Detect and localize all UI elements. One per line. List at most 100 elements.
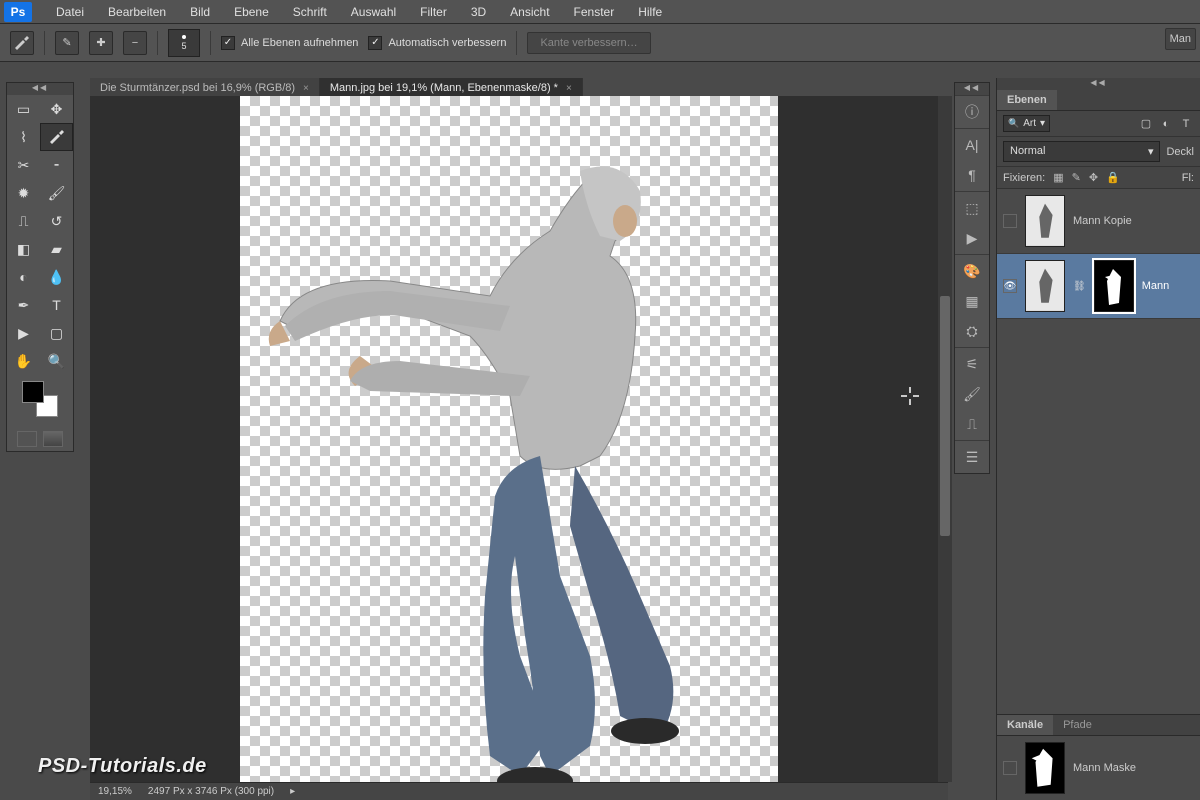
- refine-edge-button[interactable]: Kante verbessern…: [527, 32, 650, 54]
- layer-mask-thumbnail[interactable]: [1094, 260, 1134, 312]
- clone-stamp-tool-icon[interactable]: ⎍: [7, 207, 40, 235]
- channel-thumbnail[interactable]: [1025, 742, 1065, 794]
- layers-list: Mann Kopie 👁 ⛓ Mann: [997, 189, 1200, 319]
- zoom-tool-icon[interactable]: 🔍: [40, 347, 73, 375]
- filter-adjust-icon[interactable]: ◐: [1158, 116, 1174, 132]
- color-panel-icon[interactable]: 🎨: [962, 261, 982, 281]
- visibility-toggle[interactable]: [1003, 214, 1017, 228]
- blur-tool-icon[interactable]: 💧: [40, 263, 73, 291]
- close-icon[interactable]: ×: [566, 83, 572, 94]
- layer-row[interactable]: Mann Kopie: [997, 189, 1200, 254]
- character-panel-icon[interactable]: A|: [962, 135, 982, 155]
- info-panel-icon[interactable]: ⓘ: [962, 102, 982, 122]
- menu-3d[interactable]: 3D: [459, 0, 498, 24]
- active-tool-icon[interactable]: [10, 31, 34, 55]
- layer-name[interactable]: Mann Kopie: [1073, 215, 1132, 227]
- vertical-scrollbar[interactable]: [938, 96, 952, 782]
- collapse-handle[interactable]: ◀◀: [997, 78, 1200, 90]
- lock-position-icon[interactable]: ✥: [1089, 171, 1098, 184]
- standard-mode-icon[interactable]: [17, 431, 37, 447]
- checkbox-auto-enhance[interactable]: ✓ Automatisch verbessern: [368, 36, 506, 50]
- shape-tool-icon[interactable]: ▢: [40, 319, 73, 347]
- layer-thumbnail[interactable]: [1025, 195, 1065, 247]
- channel-name[interactable]: Mann Maske: [1073, 762, 1136, 774]
- history-brush-tool-icon[interactable]: ↺: [40, 207, 73, 235]
- menu-edit[interactable]: Bearbeiten: [96, 0, 178, 24]
- menu-file[interactable]: Datei: [44, 0, 96, 24]
- foreground-color-swatch[interactable]: [22, 381, 44, 403]
- document-tabs: Die Sturmtänzer.psd bei 16,9% (RGB/8) × …: [90, 78, 583, 98]
- opt-new-selection-icon[interactable]: ✎: [55, 31, 79, 55]
- menu-help[interactable]: Hilfe: [626, 0, 674, 24]
- menu-type[interactable]: Schrift: [281, 0, 339, 24]
- hand-tool-icon[interactable]: ✋: [7, 347, 40, 375]
- channels-tab[interactable]: Kanäle: [997, 715, 1053, 735]
- quickmask-mode-icon[interactable]: [43, 431, 63, 447]
- truncated-right-button[interactable]: Man: [1165, 28, 1196, 50]
- adjustments-panel-icon[interactable]: ⛭: [962, 321, 982, 341]
- opt-subtract-selection-icon[interactable]: −: [123, 31, 147, 55]
- marquee-tool-icon[interactable]: ▭: [7, 95, 40, 123]
- brush-preset-picker[interactable]: 5: [168, 29, 200, 57]
- channels-panel: Kanäle Pfade Mann Maske: [997, 714, 1200, 800]
- opt-add-selection-icon[interactable]: ✚: [89, 31, 113, 55]
- menu-filter[interactable]: Filter: [408, 0, 459, 24]
- layer-name[interactable]: Mann: [1142, 280, 1170, 292]
- dodge-tool-icon[interactable]: ◐: [7, 263, 40, 291]
- actions-panel-icon[interactable]: ▶: [962, 228, 982, 248]
- chevron-down-icon: ▾: [1040, 118, 1045, 129]
- document-canvas[interactable]: [240, 96, 778, 782]
- eyedropper-tool-icon[interactable]: ⁃: [40, 151, 73, 179]
- layer-thumbnail[interactable]: [1025, 260, 1065, 312]
- brush-tool-icon[interactable]: 🖌: [40, 179, 73, 207]
- type-tool-icon[interactable]: T: [40, 291, 73, 319]
- scrollbar-grip[interactable]: [940, 296, 950, 536]
- document-dimensions[interactable]: 2497 Px x 3746 Px (300 ppi): [148, 786, 274, 797]
- eraser-tool-icon[interactable]: ◧: [7, 235, 40, 263]
- paths-tab[interactable]: Pfade: [1053, 715, 1102, 735]
- collapse-handle[interactable]: ◀◀: [955, 83, 989, 95]
- menu-image[interactable]: Bild: [178, 0, 222, 24]
- properties-panel-icon[interactable]: ☰: [962, 447, 982, 467]
- layers-tab[interactable]: Ebenen: [997, 90, 1057, 110]
- blend-mode-select[interactable]: Normal ▾: [1003, 141, 1160, 162]
- document-tab[interactable]: Die Sturmtänzer.psd bei 16,9% (RGB/8) ×: [90, 78, 320, 98]
- menu-view[interactable]: Ansicht: [498, 0, 561, 24]
- crop-tool-icon[interactable]: ✂: [7, 151, 40, 179]
- zoom-level[interactable]: 19,15%: [98, 786, 132, 797]
- mask-link-icon[interactable]: ⛓: [1073, 281, 1086, 292]
- swatches-panel-icon[interactable]: ▦: [962, 291, 982, 311]
- brushes-panel-icon[interactable]: 🖌: [962, 384, 982, 404]
- filter-pixel-icon[interactable]: ▢: [1138, 116, 1154, 132]
- lasso-tool-icon[interactable]: ⌇: [7, 123, 40, 151]
- collapse-handle[interactable]: ◀◀: [7, 83, 73, 95]
- move-tool-icon[interactable]: ✥: [40, 95, 73, 123]
- checkbox-sample-all-layers[interactable]: ✓ Alle Ebenen aufnehmen: [221, 36, 358, 50]
- pen-tool-icon[interactable]: ✒: [7, 291, 40, 319]
- menu-window[interactable]: Fenster: [562, 0, 627, 24]
- menu-select[interactable]: Auswahl: [339, 0, 408, 24]
- lock-pixels-icon[interactable]: ✎: [1072, 171, 1081, 184]
- lock-transparency-icon[interactable]: ▦: [1053, 171, 1063, 184]
- document-tab[interactable]: Mann.jpg bei 19,1% (Mann, Ebenenmaske/8)…: [320, 78, 583, 98]
- brush-settings-icon[interactable]: ⚟: [962, 354, 982, 374]
- menu-layer[interactable]: Ebene: [222, 0, 281, 24]
- app-logo: Ps: [4, 2, 32, 22]
- quick-selection-tool-icon[interactable]: [40, 123, 73, 151]
- lock-all-icon[interactable]: 🔒: [1106, 171, 1120, 184]
- layer-filter-kind[interactable]: 🔍 Art ▾: [1003, 115, 1050, 132]
- close-icon[interactable]: ×: [303, 83, 309, 94]
- layer-row[interactable]: 👁 ⛓ Mann: [997, 254, 1200, 319]
- channel-row[interactable]: Mann Maske: [997, 736, 1200, 800]
- path-selection-tool-icon[interactable]: ▶: [7, 319, 40, 347]
- healing-brush-tool-icon[interactable]: ✹: [7, 179, 40, 207]
- paragraph-panel-icon[interactable]: ¶: [962, 165, 982, 185]
- canvas-area: [90, 96, 948, 782]
- visibility-toggle[interactable]: [1003, 761, 1017, 775]
- clone-source-icon[interactable]: ⎍: [962, 414, 982, 434]
- visibility-toggle[interactable]: 👁: [1003, 279, 1017, 293]
- filter-type-icon[interactable]: T: [1178, 116, 1194, 132]
- status-chevron-icon[interactable]: ▸: [290, 786, 295, 797]
- styles-panel-icon[interactable]: ⬚: [962, 198, 982, 218]
- gradient-tool-icon[interactable]: ▰: [40, 235, 73, 263]
